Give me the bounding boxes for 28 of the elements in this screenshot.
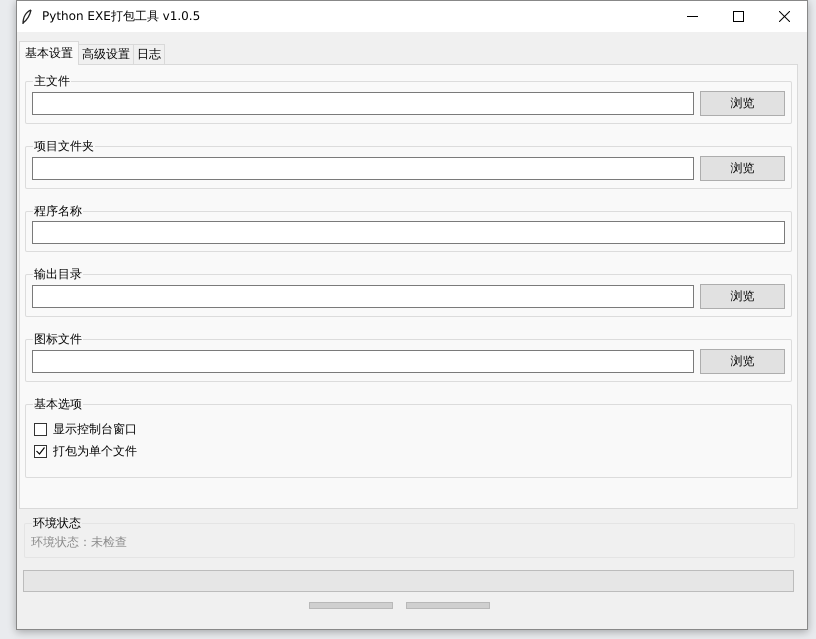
input-field[interactable] (32, 157, 694, 180)
input-field[interactable] (32, 350, 694, 373)
group-label: 环境状态 (32, 515, 82, 531)
browse-button[interactable]: 浏览 (700, 349, 785, 374)
group-label: 项目文件夹 (33, 138, 95, 154)
group-label: 基本选项 (33, 396, 83, 412)
checkbox[interactable] (34, 422, 47, 436)
checkbox-label: 打包为单个文件 (53, 442, 137, 460)
status-text: 环境状态：未检查 (31, 534, 128, 551)
group-label: 程序名称 (33, 203, 83, 219)
input-field[interactable] (32, 221, 785, 244)
browse-button[interactable]: 浏览 (700, 284, 785, 309)
window-title: Python EXE打包工具 v1.0.5 (42, 8, 202, 25)
browse-button[interactable]: 浏览 (700, 156, 785, 181)
checkbox-label: 显示控制台窗口 (53, 420, 137, 438)
group-label: 输出目录 (33, 266, 83, 282)
checkbox[interactable] (34, 444, 47, 458)
maximize-icon (732, 11, 744, 22)
input-field[interactable] (32, 92, 694, 115)
tab[interactable]: 基本设置 (19, 41, 79, 65)
close-icon (778, 11, 790, 22)
feather-icon (21, 8, 33, 24)
group-label: 图标文件 (33, 331, 83, 347)
minimize-icon (686, 16, 698, 17)
group-label: 主文件 (33, 73, 71, 89)
browse-button[interactable]: 浏览 (700, 91, 785, 116)
tab[interactable]: 日志 (133, 44, 165, 64)
input-field[interactable] (32, 285, 694, 308)
